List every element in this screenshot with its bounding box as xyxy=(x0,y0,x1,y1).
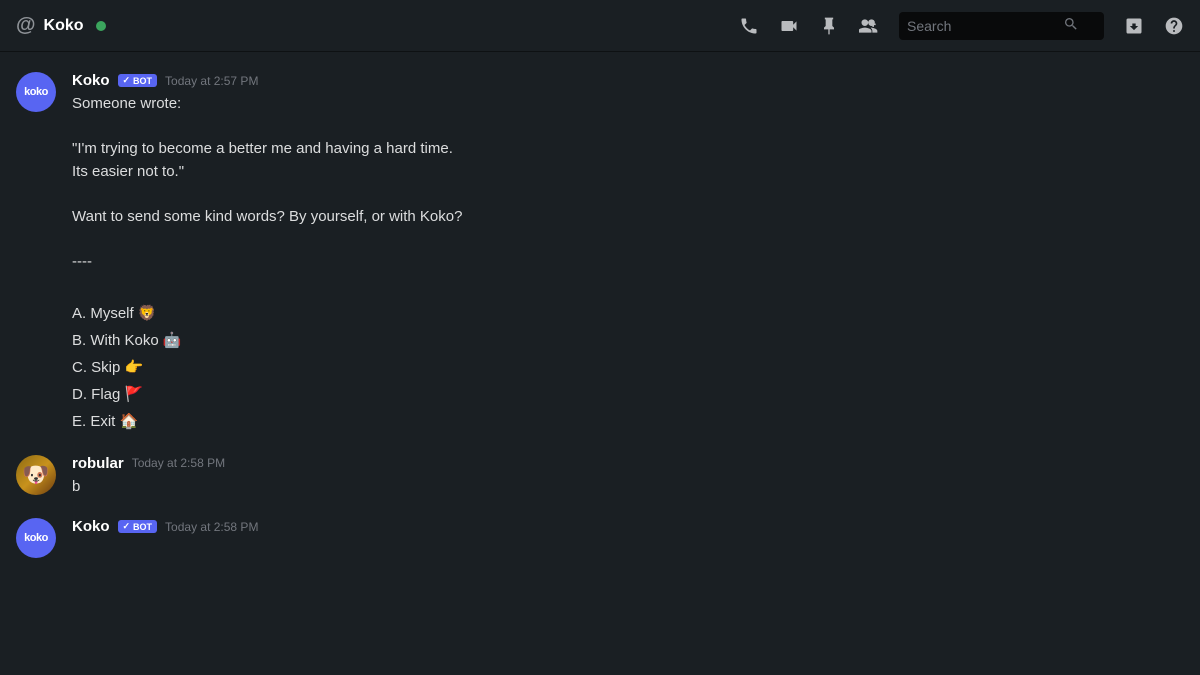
header-left: @ Koko xyxy=(16,14,731,37)
avatar xyxy=(16,455,56,495)
online-indicator xyxy=(96,21,106,31)
verified-check: ✓ xyxy=(123,521,131,532)
message-row: robular Today at 2:58 PM b xyxy=(16,455,1184,499)
username: Koko xyxy=(72,72,110,89)
message-text: b xyxy=(72,476,1184,499)
call-icon[interactable] xyxy=(739,15,759,36)
option-a: A. Myself 🦁 xyxy=(72,305,157,322)
option-list: A. Myself 🦁 B. With Koko 🤖 C. Skip 👉 D. … xyxy=(72,300,1184,435)
message-row: koko Koko ✓ BOT Today at 2:57 PM Someone… xyxy=(16,72,1184,435)
option-d: D. Flag 🚩 xyxy=(72,386,143,403)
option-c: C. Skip 👉 xyxy=(72,359,143,376)
add-member-icon[interactable] xyxy=(859,15,879,36)
bot-badge: ✓ BOT xyxy=(118,520,158,533)
text-line: Want to send some kind words? By yoursel… xyxy=(72,208,462,225)
message-text: Someone wrote: "I'm trying to become a b… xyxy=(72,93,1184,435)
message-content: Koko ✓ BOT Today at 2:58 PM xyxy=(72,518,1184,539)
chat-area: koko Koko ✓ BOT Today at 2:57 PM Someone… xyxy=(0,52,1200,675)
username: robular xyxy=(72,455,124,472)
search-icon xyxy=(1063,16,1079,35)
search-input[interactable] xyxy=(907,18,1057,34)
username: Koko xyxy=(72,518,110,535)
message-timestamp: Today at 2:58 PM xyxy=(165,520,258,534)
header: @ Koko xyxy=(0,0,1200,52)
option-b: B. With Koko 🤖 xyxy=(72,332,182,349)
bot-badge: ✓ BOT xyxy=(118,74,158,87)
verified-check: ✓ xyxy=(123,75,131,86)
avatar: koko xyxy=(16,72,56,112)
inbox-icon[interactable] xyxy=(1124,15,1144,36)
text-line: "I'm trying to become a better me and ha… xyxy=(72,140,453,157)
text-line: b xyxy=(72,478,80,495)
bot-label: BOT xyxy=(133,76,152,86)
text-line: Someone wrote: xyxy=(72,95,181,112)
message-content: robular Today at 2:58 PM b xyxy=(72,455,1184,499)
channel-name: Koko xyxy=(44,17,84,35)
message-header: Koko ✓ BOT Today at 2:57 PM xyxy=(72,72,1184,89)
message-timestamp: Today at 2:58 PM xyxy=(132,456,225,470)
search-bar[interactable] xyxy=(899,12,1104,40)
avatar-text: koko xyxy=(24,86,48,98)
bot-label: BOT xyxy=(133,522,152,532)
channel-type-symbol: @ xyxy=(16,14,36,37)
text-divider: ---- xyxy=(72,253,92,270)
message-content: Koko ✓ BOT Today at 2:57 PM Someone wrot… xyxy=(72,72,1184,435)
avatar: koko xyxy=(16,518,56,558)
message-header: Koko ✓ BOT Today at 2:58 PM xyxy=(72,518,1184,535)
header-icons xyxy=(739,12,1184,40)
video-icon[interactable] xyxy=(779,15,799,36)
text-line: Its easier not to." xyxy=(72,163,184,180)
message-timestamp: Today at 2:57 PM xyxy=(165,74,258,88)
help-icon[interactable] xyxy=(1164,15,1184,36)
option-e: E. Exit 🏠 xyxy=(72,413,138,430)
avatar-text: koko xyxy=(24,532,48,544)
pinned-messages-icon[interactable] xyxy=(819,15,839,36)
message-header: robular Today at 2:58 PM xyxy=(72,455,1184,472)
message-row: koko Koko ✓ BOT Today at 2:58 PM xyxy=(16,518,1184,558)
